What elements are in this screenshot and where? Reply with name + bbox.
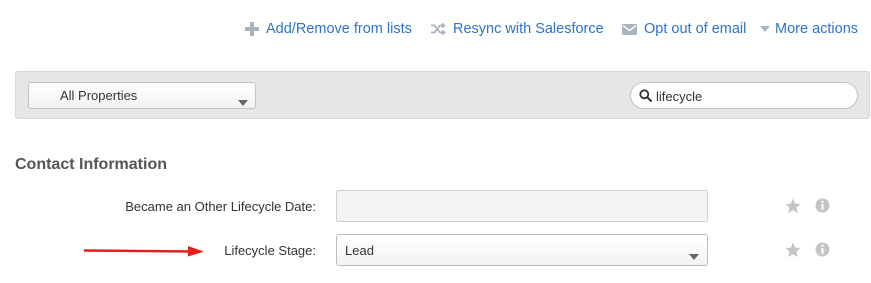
caret-down-icon xyxy=(760,25,770,33)
more-actions-dropdown[interactable]: More actions xyxy=(760,19,858,39)
star-icon[interactable] xyxy=(785,242,801,263)
property-search xyxy=(630,82,858,109)
more-actions-label: More actions xyxy=(775,21,859,37)
other-lifecycle-date-input[interactable] xyxy=(336,190,708,222)
property-search-input[interactable] xyxy=(656,87,851,105)
info-icon[interactable] xyxy=(815,198,830,218)
add-remove-lists-link[interactable]: Add/Remove from lists xyxy=(245,19,412,39)
add-remove-lists-label: Add/Remove from lists xyxy=(266,21,412,37)
chevron-down-icon xyxy=(238,93,248,111)
field-label-other-lifecycle-date: Became an Other Lifecycle Date: xyxy=(125,199,316,214)
property-filter-bar: All Properties xyxy=(15,71,870,119)
action-toolbar: Add/Remove from lists Resync with Salesf… xyxy=(0,19,871,39)
search-icon xyxy=(639,89,652,107)
lifecycle-stage-value: Lead xyxy=(345,243,374,258)
star-icon[interactable] xyxy=(785,198,801,219)
resync-salesforce-link[interactable]: Resync with Salesforce xyxy=(431,19,604,39)
field-label-lifecycle-stage: Lifecycle Stage: xyxy=(224,243,316,258)
chevron-down-icon xyxy=(689,247,699,265)
property-filter-select[interactable]: All Properties xyxy=(28,82,256,109)
shuffle-icon xyxy=(431,23,446,35)
section-title: Contact Information xyxy=(15,156,167,173)
info-icon[interactable] xyxy=(815,242,830,262)
resync-salesforce-label: Resync with Salesforce xyxy=(453,21,604,37)
plus-icon xyxy=(245,22,259,36)
red-arrow-annotation xyxy=(82,244,206,263)
opt-out-email-label: Opt out of email xyxy=(644,21,747,37)
envelope-icon xyxy=(622,23,637,35)
opt-out-email-link[interactable]: Opt out of email xyxy=(622,19,746,39)
property-filter-value: All Properties xyxy=(60,88,138,103)
lifecycle-stage-select[interactable]: Lead xyxy=(336,234,708,266)
